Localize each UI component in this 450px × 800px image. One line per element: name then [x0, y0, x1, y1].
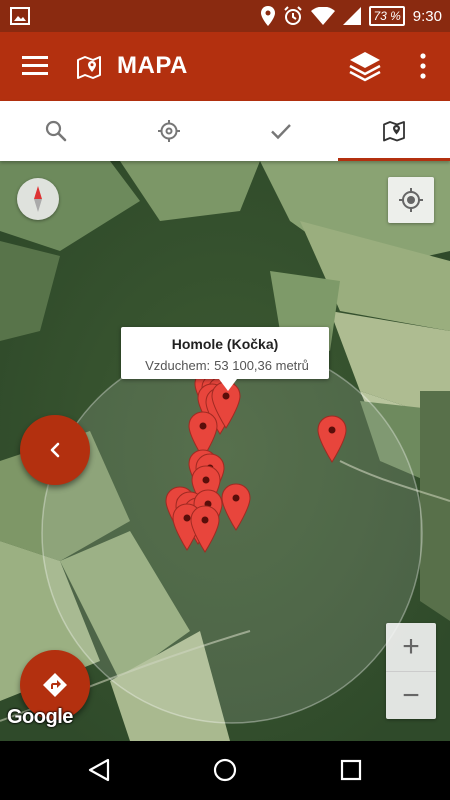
- zoom-in-button[interactable]: +: [386, 623, 436, 671]
- info-window-distance: Vzduchem: 53 100,36 metrů: [121, 358, 329, 373]
- tab-search[interactable]: [0, 101, 113, 161]
- tab-visited[interactable]: [225, 101, 338, 161]
- image-icon: [10, 7, 30, 25]
- app-bar: MAPA: [0, 32, 450, 101]
- directions-icon: [43, 673, 67, 697]
- search-icon: [46, 120, 67, 142]
- home-circle-icon[interactable]: [212, 757, 238, 783]
- map-view[interactable]: Homole (Kočka) Vzduchem: 53 100,36 metrů …: [0, 161, 450, 741]
- clock: 9:30: [412, 7, 442, 25]
- compass-icon: [34, 186, 42, 212]
- my-location-icon: [399, 188, 423, 212]
- battery-indicator: 73 %: [369, 6, 405, 26]
- tab-target[interactable]: [113, 101, 226, 161]
- info-window[interactable]: Homole (Kočka) Vzduchem: 53 100,36 metrů: [121, 327, 329, 391]
- crosshair-icon: [157, 120, 180, 142]
- tab-map[interactable]: [337, 101, 450, 161]
- alarm-icon: [284, 6, 303, 25]
- navigation-bar: [0, 741, 450, 800]
- compass-button[interactable]: [17, 178, 59, 220]
- zoom-out-button[interactable]: −: [386, 671, 436, 719]
- recents-square-icon[interactable]: [338, 757, 364, 783]
- map-icon: [382, 121, 405, 142]
- wifi-icon: [311, 7, 336, 25]
- map-marker[interactable]: [221, 483, 251, 531]
- chevron-left-icon: [50, 442, 60, 458]
- layers-icon[interactable]: [348, 50, 382, 82]
- back-button[interactable]: [20, 415, 90, 485]
- tab-bar: [0, 101, 450, 161]
- zoom-controls: + −: [386, 623, 436, 719]
- distance-value: 53 100,36 metrů: [214, 358, 309, 373]
- check-icon: [271, 124, 292, 140]
- back-triangle-icon[interactable]: [86, 757, 112, 783]
- menu-icon[interactable]: [22, 54, 48, 76]
- google-attribution: Google: [7, 706, 73, 728]
- map-marker[interactable]: [317, 415, 347, 463]
- map-icon: [77, 56, 101, 79]
- status-bar: 73 % 9:30: [0, 0, 450, 32]
- distance-label: Vzduchem:: [145, 358, 211, 373]
- page-title: MAPA: [117, 52, 188, 79]
- location-icon: [261, 6, 276, 26]
- signal-icon: [343, 7, 362, 25]
- more-icon[interactable]: [416, 52, 430, 80]
- my-location-button[interactable]: [388, 177, 434, 223]
- info-window-title: Homole (Kočka): [171, 336, 279, 352]
- map-marker[interactable]: [190, 505, 220, 553]
